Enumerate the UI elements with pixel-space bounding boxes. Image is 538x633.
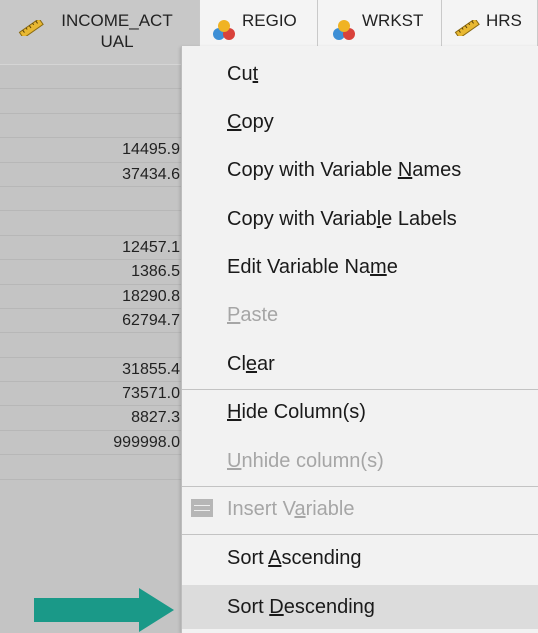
column-header-label: HRS <box>486 11 522 30</box>
menu-item-copy[interactable]: Copy <box>182 100 538 144</box>
menu-item-insert-variable: Insert Variable <box>182 487 538 531</box>
data-cell[interactable]: 8827.3 <box>0 406 200 431</box>
ruler-icon <box>454 20 480 36</box>
income-actual-column[interactable]: 14495.9 37434.6 12457.1 1386.5 18290.8 6… <box>0 65 200 633</box>
menu-item-sort-descending[interactable]: Sort Descending <box>182 585 538 629</box>
data-cell[interactable]: 18290.8 <box>0 285 200 309</box>
data-cell[interactable]: 73571.0 <box>0 382 200 407</box>
menu-item-unhide-columns: Unhide column(s) <box>227 450 384 472</box>
column-header-label: REGIO <box>242 11 297 30</box>
data-cell[interactable] <box>0 211 200 236</box>
data-cell[interactable] <box>0 65 200 90</box>
column-header-label-line1: INCOME_ACT <box>61 11 173 30</box>
data-cell[interactable] <box>0 455 200 480</box>
menu-item-edit-variable-name[interactable]: Edit Variable Name <box>182 245 538 289</box>
nominal-icon <box>213 20 235 40</box>
data-cell[interactable]: 1386.5 <box>0 260 200 285</box>
menu-item-paste: Paste <box>227 304 279 326</box>
data-cell[interactable]: 37434.6 <box>0 163 200 187</box>
data-cell[interactable] <box>0 89 200 114</box>
menu-item-sort-ascending[interactable]: Sort Ascending <box>182 536 538 580</box>
data-cell[interactable]: 14495.9 <box>0 138 200 163</box>
context-menu: Cut Copy Copy with Variable Names Copy w… <box>181 46 538 633</box>
menu-item-cut[interactable]: Cut <box>182 52 538 96</box>
menu-separator <box>182 534 538 535</box>
data-cell[interactable]: 999998.0 <box>0 431 200 456</box>
data-cell[interactable] <box>0 187 200 212</box>
menu-item-clear[interactable]: Clear <box>182 342 538 386</box>
menu-item-copy-with-variable-names[interactable]: Copy with Variable Names <box>182 148 538 192</box>
data-cell[interactable]: 12457.1 <box>0 236 200 261</box>
menu-item-copy-with-variable-labels[interactable]: Copy with Variable Labels <box>182 197 538 241</box>
data-cell[interactable]: 62794.7 <box>0 309 200 334</box>
column-header-label: WRKST <box>362 11 424 30</box>
column-header-income-actual[interactable]: INCOME_ACT UAL <box>0 0 200 64</box>
pointer-arrow-icon <box>34 588 174 632</box>
nominal-icon <box>333 20 355 40</box>
data-cell[interactable] <box>0 114 200 139</box>
data-cell[interactable]: 31855.4 <box>0 358 200 383</box>
column-header-label-line2: UAL <box>100 32 134 51</box>
data-cell[interactable] <box>0 333 200 358</box>
ruler-icon <box>18 20 44 36</box>
insert-variable-icon <box>191 499 213 517</box>
menu-item-hide-columns[interactable]: Hide Column(s) <box>182 390 538 434</box>
